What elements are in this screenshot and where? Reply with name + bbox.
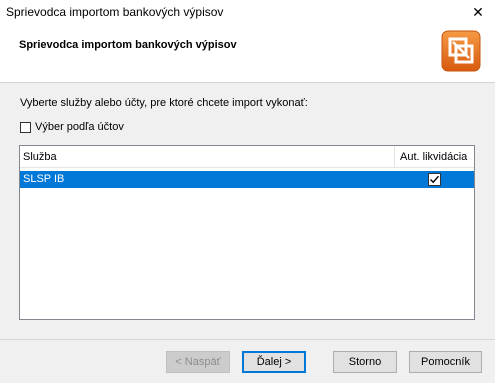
checkbox-box[interactable] — [20, 121, 31, 133]
next-button[interactable]: Ďalej > — [242, 351, 306, 373]
checkbox-label[interactable]: Výber podľa účtov — [35, 121, 124, 133]
title-bar: Sprievodca importom bankových výpisov ✕ — [0, 0, 495, 25]
auto-liquidation-checkbox[interactable] — [428, 173, 441, 186]
list-header: Služba Aut. likvidácia — [20, 146, 474, 168]
column-header-auto-liquidation[interactable]: Aut. likvidácia — [395, 146, 474, 167]
cancel-button[interactable]: Storno — [333, 351, 397, 373]
check-icon — [430, 175, 440, 184]
back-button[interactable]: < Naspäť — [166, 351, 230, 373]
list-item[interactable]: SLSP IB — [20, 171, 474, 188]
window-title: Sprievodca importom bankových výpisov — [6, 5, 224, 19]
service-name: SLSP IB — [23, 173, 65, 185]
column-header-service[interactable]: Služba — [20, 146, 395, 167]
wizard-logo-icon — [441, 30, 481, 72]
wizard-header: Sprievodca importom bankových výpisov — [0, 24, 495, 83]
instruction-text: Vyberte služby alebo účty, pre ktoré chc… — [20, 97, 308, 109]
help-button[interactable]: Pomocník — [409, 351, 482, 373]
page-title: Sprievodca importom bankových výpisov — [19, 39, 237, 51]
services-list[interactable]: Služba Aut. likvidácia SLSP IB — [19, 145, 475, 320]
footer-divider — [0, 339, 495, 340]
select-by-accounts-checkbox[interactable]: Výber podľa účtov — [20, 120, 124, 134]
close-icon[interactable]: ✕ — [461, 0, 495, 24]
